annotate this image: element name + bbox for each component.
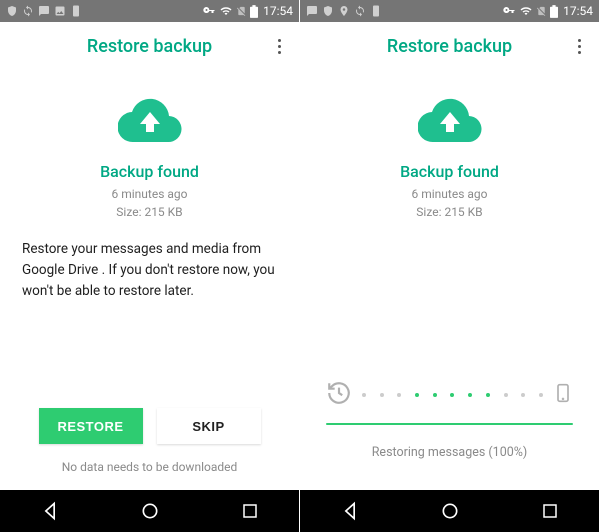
transfer-row (326, 379, 573, 411)
nav-back-icon[interactable] (340, 501, 360, 521)
nav-home-icon[interactable] (140, 501, 160, 521)
shield-icon (322, 5, 334, 17)
backup-size: Size: 215 KB (112, 203, 188, 221)
backup-meta: 6 minutes ago Size: 215 KB (112, 185, 188, 221)
status-right: 17:54 (202, 4, 293, 18)
phone-left: 17:54 Restore backup Backup found 6 minu… (0, 0, 300, 532)
vpn-key-icon (502, 5, 516, 17)
battery-icon (250, 5, 258, 18)
no-sim-icon (536, 5, 547, 17)
phone-right: 17:54 Restore backup Backup found 6 minu… (300, 0, 600, 532)
skip-button[interactable]: SKIP (157, 408, 261, 444)
nav-back-icon[interactable] (40, 501, 60, 521)
footer-note: No data needs to be downloaded (0, 460, 299, 474)
nav-bar (0, 490, 299, 532)
overflow-menu-button[interactable] (267, 34, 291, 58)
clock-text: 17:54 (563, 4, 593, 18)
device-icon (70, 5, 82, 17)
nav-bar (300, 490, 599, 532)
page-title: Restore backup (387, 36, 512, 57)
progress-label: Restoring messages (100%) (372, 445, 528, 460)
restore-button[interactable]: RESTORE (39, 408, 143, 444)
status-bar: 17:54 (300, 0, 599, 22)
vpn-key-icon (202, 5, 216, 17)
cloud-upload-icon (118, 96, 182, 148)
history-icon (326, 380, 352, 410)
status-right: 17:54 (502, 4, 593, 18)
image-icon (54, 5, 66, 17)
no-sim-icon (236, 5, 247, 17)
nav-recent-icon[interactable] (241, 502, 259, 520)
shield-icon (6, 5, 18, 17)
wifi-icon (219, 5, 233, 17)
overflow-menu-button[interactable] (567, 34, 591, 58)
status-left (6, 5, 82, 17)
backup-size: Size: 215 KB (412, 203, 488, 221)
app-bar: Restore backup (300, 22, 599, 70)
wifi-icon (519, 5, 533, 17)
button-row: RESTORE SKIP (0, 408, 299, 444)
location-icon (338, 5, 350, 17)
clock-text: 17:54 (263, 4, 293, 18)
sync-icon (354, 5, 366, 17)
nav-home-icon[interactable] (440, 501, 460, 521)
phone-icon (553, 379, 573, 411)
message-icon (38, 5, 50, 17)
progress-bar (326, 423, 573, 425)
backup-meta: 6 minutes ago Size: 215 KB (412, 185, 488, 221)
backup-found-title: Backup found (400, 162, 499, 181)
battery-icon (550, 5, 558, 18)
backup-found-title: Backup found (100, 162, 199, 181)
app-bar: Restore backup (0, 22, 299, 70)
backup-time: 6 minutes ago (112, 185, 188, 203)
cloud-upload-icon (418, 96, 482, 148)
status-left (306, 5, 382, 17)
progress-area: Restoring messages (100%) (300, 379, 599, 460)
nav-recent-icon[interactable] (541, 502, 559, 520)
page-title: Restore backup (87, 36, 212, 57)
restore-description: Restore your messages and media from Goo… (18, 239, 281, 302)
message-icon (306, 5, 318, 17)
backup-time: 6 minutes ago (412, 185, 488, 203)
device-icon (370, 5, 382, 17)
status-bar: 17:54 (0, 0, 299, 22)
sync-icon (22, 5, 34, 17)
transfer-dots (352, 393, 553, 397)
